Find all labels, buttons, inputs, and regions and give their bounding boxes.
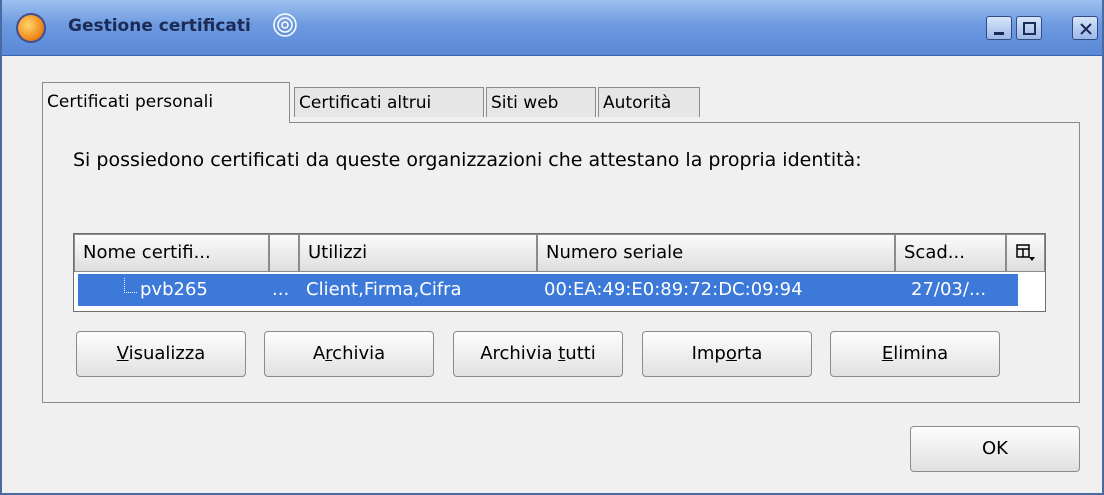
column-header-name[interactable]: Nome certifi... <box>74 234 269 272</box>
tab-others-certificates[interactable]: Certificati altrui <box>294 87 484 117</box>
table-row[interactable]: pvb265 ... Client,Firma,Cifra 00:EA:49:E… <box>78 274 1018 306</box>
close-button[interactable] <box>1072 16 1098 40</box>
tab-personal-certificates[interactable]: Certificati personali <box>42 82 290 123</box>
import-button[interactable]: Importa <box>642 331 812 377</box>
panel-description: Si possiedono certificati da queste orga… <box>73 149 862 171</box>
certificate-tree[interactable]: Nome certifi... Utilizzi Numero seriale … <box>73 233 1046 312</box>
backup-button[interactable]: Archivia <box>264 331 434 377</box>
tab-panel: Si possiedono certificati da queste orga… <box>42 122 1080 403</box>
column-header-uses[interactable]: Utilizzi <box>299 234 537 272</box>
cell-expiry: 27/03/... <box>911 279 987 300</box>
swirl-icon <box>273 13 297 37</box>
tab-authorities[interactable]: Autorità <box>598 87 700 117</box>
minimize-icon <box>994 32 1004 35</box>
view-button[interactable]: Visualizza <box>76 331 246 377</box>
cell-extra: ... <box>272 279 290 300</box>
maximize-button[interactable] <box>1016 16 1042 40</box>
column-header-serial[interactable]: Numero seriale <box>537 234 895 272</box>
cell-serial: 00:EA:49:E0:89:72:DC:09:94 <box>544 279 803 300</box>
backup-all-button[interactable]: Archivia tutti <box>453 331 623 377</box>
column-header-extra[interactable] <box>269 234 299 272</box>
ok-button[interactable]: OK <box>910 426 1080 472</box>
window-title: Gestione certificati <box>68 16 251 36</box>
tree-connector <box>124 278 137 293</box>
minimize-button[interactable] <box>986 16 1012 40</box>
delete-button[interactable]: Elimina <box>830 331 1000 377</box>
cell-uses: Client,Firma,Cifra <box>306 279 462 300</box>
firefox-icon <box>16 13 46 43</box>
tab-websites[interactable]: Siti web <box>486 87 596 117</box>
title-bar[interactable]: Gestione certificati <box>2 0 1102 56</box>
certificate-manager-window: Gestione certificati Certificati persona… <box>0 0 1104 495</box>
column-picker-icon <box>1016 244 1035 261</box>
column-header-expiry[interactable]: Scad... <box>895 234 1006 272</box>
column-picker-button[interactable] <box>1006 234 1045 272</box>
cell-name: pvb265 <box>140 279 208 300</box>
maximize-icon <box>1023 22 1036 35</box>
close-icon <box>1080 23 1092 35</box>
